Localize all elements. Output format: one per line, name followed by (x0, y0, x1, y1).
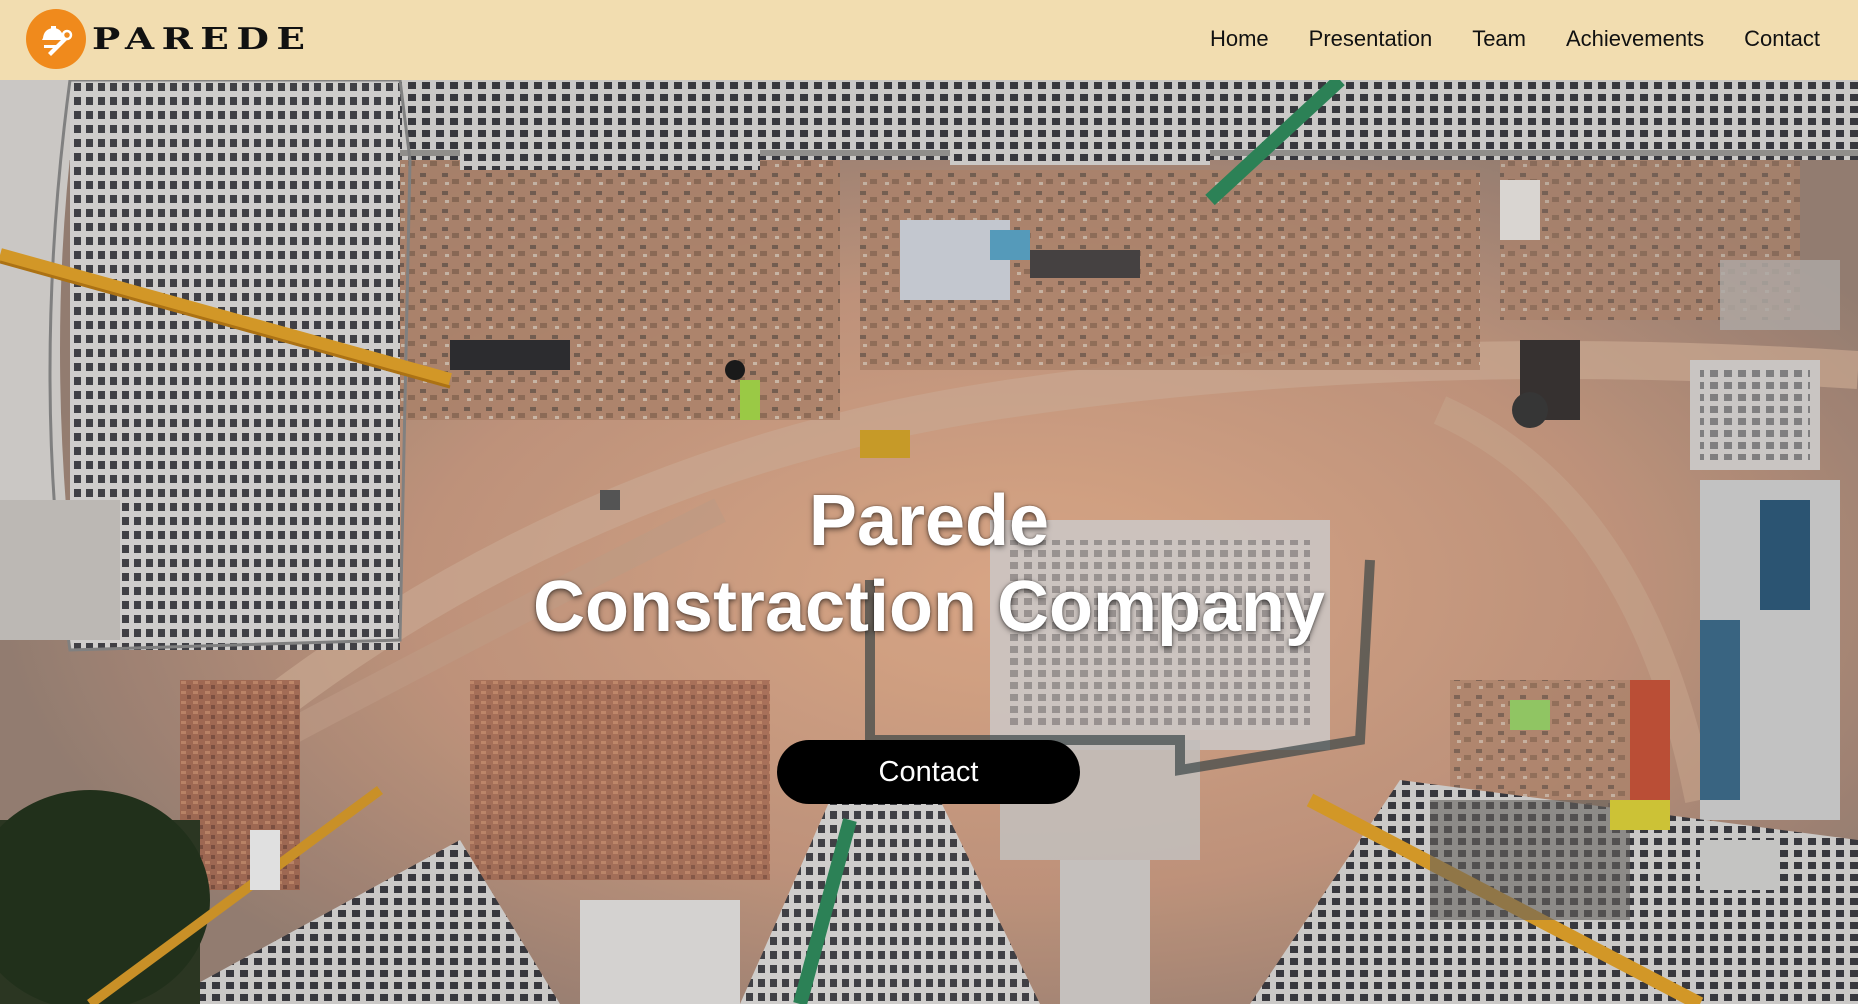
hero-section: Parede Constraction Company Contact (0, 80, 1858, 1004)
logo-text: PAREDE (92, 21, 313, 57)
hero-title: Parede Constraction Company (0, 478, 1858, 650)
nav-contact[interactable]: Contact (1744, 26, 1820, 52)
hero-title-line1: Parede (808, 481, 1050, 562)
logo[interactable]: PAREDE (26, 9, 305, 69)
nav-team[interactable]: Team (1472, 26, 1526, 52)
construction-tools-icon (26, 9, 86, 69)
nav-achievements[interactable]: Achievements (1566, 26, 1704, 52)
nav-home[interactable]: Home (1210, 26, 1269, 52)
nav-presentation[interactable]: Presentation (1309, 26, 1433, 52)
contact-button[interactable]: Contact (777, 740, 1080, 804)
page: PAREDE Home Presentation Team Achievemen… (0, 0, 1858, 1004)
hero-title-line2: Constraction Company (532, 567, 1326, 648)
site-header: PAREDE Home Presentation Team Achievemen… (0, 0, 1858, 80)
main-nav: Home Presentation Team Achievements Cont… (1210, 0, 1820, 78)
